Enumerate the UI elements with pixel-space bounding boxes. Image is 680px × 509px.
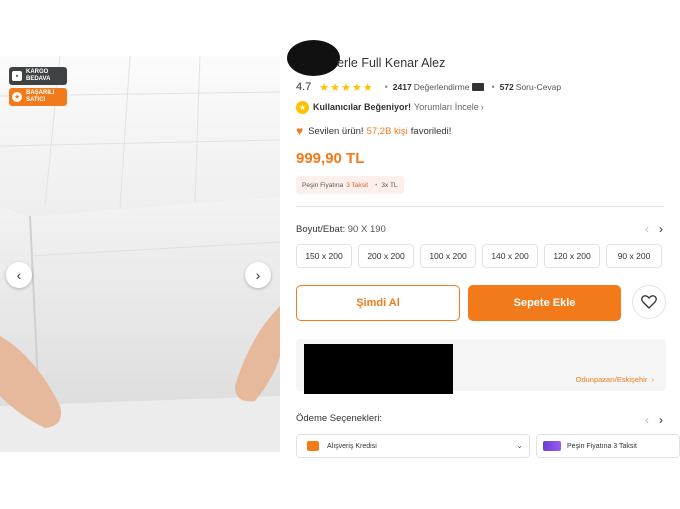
heart-icon: ♥ bbox=[296, 124, 304, 138]
add-to-cart-button[interactable]: Sepete Ekle bbox=[468, 285, 621, 321]
payment-option-shopping-credit[interactable]: Alışveriş Kredisi ⌄ bbox=[296, 434, 530, 458]
free-shipping-label-1: KARGO bbox=[26, 69, 49, 75]
see-reviews-link[interactable]: Yorumları İncele bbox=[414, 102, 479, 112]
chevron-down-icon: ⌄ bbox=[516, 441, 523, 450]
chevron-right-icon: › bbox=[255, 267, 261, 283]
payment-option-installment[interactable]: Peşin Fiyatına 3 Taksit bbox=[536, 434, 680, 458]
installment-lead: Peşin Fiyatına bbox=[302, 181, 344, 189]
size-options: 150 x 200 200 x 200 100 x 200 140 x 200 … bbox=[296, 244, 680, 268]
users-like-row: ★ Kullanıcılar Beğeniyor! Yorumları İnce… bbox=[296, 100, 484, 114]
gallery-next-button[interactable]: › bbox=[245, 262, 271, 288]
favorite-button[interactable] bbox=[632, 285, 666, 319]
size-label-key: Boyut/Ebat: bbox=[296, 224, 346, 235]
payment-carousel-arrows: ‹ › bbox=[645, 413, 663, 427]
seller-badge-label-1: BAŞARILI bbox=[26, 90, 55, 96]
payment-option-label: Peşin Fiyatına 3 Taksit bbox=[567, 442, 637, 450]
seller-box[interactable]: Odunpazarı/Eskişehir › bbox=[296, 339, 666, 394]
chevron-left-icon[interactable]: ‹ bbox=[645, 222, 649, 236]
rating-row: 4.7 ★★★★★ • 2417 Değerlendirme • 572 Sor… bbox=[296, 81, 562, 94]
size-label-value: 90 X 190 bbox=[347, 224, 386, 235]
seller-medal-icon: ★ bbox=[12, 92, 22, 102]
redacted-seller-info bbox=[304, 344, 453, 394]
size-option[interactable]: 120 x 200 bbox=[544, 244, 600, 268]
users-like-text: Kullanıcılar Beğeniyor! bbox=[313, 102, 412, 112]
credit-card-icon bbox=[543, 441, 561, 451]
product-info-panel: erle Full Kenar Alez 4.7 ★★★★★ • 2417 De… bbox=[287, 0, 680, 509]
chevron-left-icon[interactable]: ‹ bbox=[645, 413, 649, 427]
size-option[interactable]: 90 x 200 bbox=[606, 244, 662, 268]
qa-label[interactable]: Soru-Cevap bbox=[516, 82, 561, 92]
wallet-icon bbox=[307, 441, 319, 451]
seller-location[interactable]: Odunpazarı/Eskişehir › bbox=[576, 375, 654, 384]
size-option[interactable]: 140 x 200 bbox=[482, 244, 538, 268]
rating-stars-icon: ★★★★★ bbox=[319, 81, 374, 94]
installment-highlight: 3 Taksit bbox=[346, 181, 369, 189]
chevron-left-icon: ‹ bbox=[16, 267, 22, 283]
size-label: Boyut/Ebat: 90 X 190 bbox=[296, 224, 386, 235]
payment-options-label: Ödeme Seçenekleri: bbox=[296, 413, 383, 424]
chevron-right-icon[interactable]: › bbox=[659, 413, 663, 427]
buy-now-button[interactable]: Şimdi Al bbox=[296, 285, 460, 321]
chevron-right-icon: › bbox=[649, 375, 654, 384]
camera-icon bbox=[472, 83, 485, 91]
favorites-count: 57,2B kişi bbox=[366, 125, 408, 137]
size-option[interactable]: 150 x 200 bbox=[296, 244, 352, 268]
star-badge-icon: ★ bbox=[296, 100, 309, 114]
heart-outline-icon bbox=[641, 295, 657, 309]
review-count[interactable]: 2417 bbox=[393, 82, 412, 92]
rating-value: 4.7 bbox=[296, 81, 312, 93]
size-option[interactable]: 100 x 200 bbox=[420, 244, 476, 268]
chevron-right-icon: › bbox=[480, 102, 484, 112]
installment-badge: Peşin Fiyatına 3 Taksit • 3x TL bbox=[296, 176, 404, 194]
installment-tail: 3x TL bbox=[381, 181, 398, 189]
favorites-tail: favoriledi! bbox=[410, 125, 452, 137]
free-shipping-label-2: BEDAVA bbox=[26, 76, 51, 82]
successful-seller-badge: ★ BAŞARILI SATICI bbox=[9, 88, 67, 106]
chevron-right-icon[interactable]: › bbox=[659, 222, 663, 236]
favorites-row: ♥ Sevilen ürün! 57,2B kişi favoriledi! bbox=[296, 124, 451, 138]
redacted-brand bbox=[287, 40, 340, 76]
gallery-prev-button[interactable]: ‹ bbox=[6, 262, 32, 288]
product-image-gallery[interactable]: ▪ KARGO BEDAVA ★ BAŞARILI SATICI ‹ › bbox=[0, 56, 280, 452]
truck-icon: ▪ bbox=[12, 71, 22, 81]
size-option[interactable]: 200 x 200 bbox=[358, 244, 414, 268]
seller-badge-label-2: SATICI bbox=[26, 97, 46, 103]
review-label[interactable]: Değerlendirme bbox=[414, 82, 470, 92]
product-image bbox=[0, 56, 280, 452]
payment-option-label: Alışveriş Kredisi bbox=[327, 442, 377, 450]
free-shipping-badge: ▪ KARGO BEDAVA bbox=[9, 67, 67, 85]
favorites-lead: Sevilen ürün! bbox=[308, 125, 364, 137]
product-title: erle Full Kenar Alez bbox=[337, 56, 446, 70]
size-carousel-arrows: ‹ › bbox=[645, 222, 663, 236]
divider bbox=[296, 206, 664, 207]
product-price: 999,90 TL bbox=[296, 150, 365, 167]
qa-count[interactable]: 572 bbox=[500, 82, 514, 92]
